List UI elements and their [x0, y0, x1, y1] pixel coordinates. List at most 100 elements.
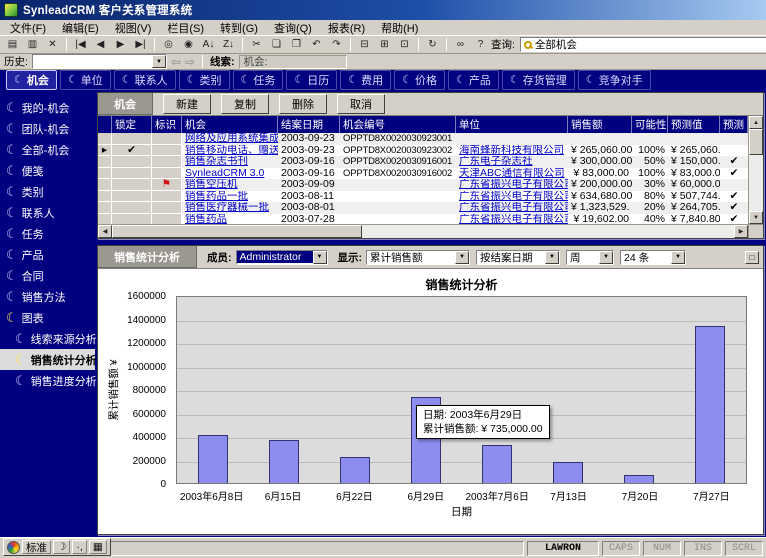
count-combobox[interactable]: 24 条 ▼ [620, 250, 686, 265]
redo-button[interactable]: ↷ [327, 37, 346, 53]
new-button[interactable]: 新建 [163, 94, 211, 114]
grid-row[interactable]: ⚑销售空压机2003-09-09广东省振兴电子有限公司¥ 200,000.003… [98, 179, 748, 191]
member-dropdown-button[interactable]: ▼ [313, 251, 327, 264]
tab-8[interactable]: ☾产品 [448, 70, 499, 90]
ime-softkeyboard-button[interactable]: ▦ [89, 540, 107, 554]
sidebar-item-3[interactable]: ☾便笺 [0, 160, 95, 181]
grid-row[interactable]: 网络及应用系统集成2003-09-23OPPTD8X0020030923001 [98, 133, 748, 145]
bar[interactable] [482, 445, 512, 483]
scroll-down-button[interactable]: ▼ [749, 211, 763, 224]
tab-4[interactable]: ☾任务 [233, 70, 284, 90]
cell-account[interactable]: 广东电子杂志社 [456, 156, 568, 168]
sort-desc-button[interactable]: Z↓ [219, 37, 238, 53]
next-record-button[interactable]: ▶ [111, 37, 130, 53]
sidebar-item-11[interactable]: ☾线索来源分析 [0, 328, 95, 349]
ime-punctuation-button[interactable]: ·, [72, 540, 86, 554]
sidebar-item-4[interactable]: ☾类别 [0, 181, 95, 202]
sort-asc-button[interactable]: A↓ [199, 37, 218, 53]
copy-button[interactable]: ❏ [267, 37, 286, 53]
help-pointer-button[interactable]: ? [471, 37, 490, 53]
history-combobox[interactable]: ▼ [32, 54, 167, 69]
ime-logo-icon[interactable] [7, 541, 20, 554]
bar[interactable] [695, 326, 725, 483]
tab-6[interactable]: ☾费用 [340, 70, 391, 90]
export-button[interactable]: ⊞ [375, 37, 394, 53]
first-record-button[interactable]: |◀ [71, 37, 90, 53]
cell-account[interactable]: 广东省振兴电子有限公司 [456, 202, 568, 214]
period-dropdown-button[interactable]: ▼ [599, 251, 613, 264]
cell-subject[interactable]: 销售移动电话、赠送 [182, 145, 278, 157]
menu-item-4[interactable]: 转到(G) [212, 20, 266, 36]
sidebar-item-5[interactable]: ☾联系人 [0, 202, 95, 223]
sidebar-item-8[interactable]: ☾合同 [0, 265, 95, 286]
menu-item-3[interactable]: 栏目(S) [159, 20, 212, 36]
sidebar-item-1[interactable]: ☾团队-机会 [0, 118, 95, 139]
history-dropdown-button[interactable]: ▼ [152, 55, 166, 68]
column-header-4[interactable]: 结案日期 [278, 116, 340, 133]
menu-item-6[interactable]: 报表(R) [320, 20, 373, 36]
groupby-dropdown-button[interactable]: ▼ [545, 251, 559, 264]
undo-button[interactable]: ↶ [307, 37, 326, 53]
vertical-scroll-thumb[interactable] [749, 129, 763, 155]
column-header-9[interactable]: 预测值 [668, 116, 720, 133]
sidebar-item-12[interactable]: ☾销售统计分析 [0, 349, 95, 370]
grid-row[interactable]: 销售药品一批2003-08-11广东省振兴电子有限公司¥ 634,680.008… [98, 191, 748, 203]
print-button[interactable]: ⊟ [355, 37, 374, 53]
tab-7[interactable]: ☾价格 [394, 70, 445, 90]
tab-2[interactable]: ☾联系人 [114, 70, 176, 90]
bar[interactable] [340, 457, 370, 483]
scroll-left-button[interactable]: ◀ [98, 225, 112, 238]
grid-row[interactable]: ▸✔销售移动电话、赠送2003-09-23OPPTD8X002003092300… [98, 145, 748, 157]
column-header-2[interactable]: 标识 [152, 116, 182, 133]
column-header-1[interactable]: 锁定 [112, 116, 152, 133]
sidebar-item-0[interactable]: ☾我的-机会 [0, 97, 95, 118]
menu-item-0[interactable]: 文件(F) [2, 20, 54, 36]
display-dropdown-button[interactable]: ▼ [455, 251, 469, 264]
sidebar-item-10[interactable]: ☾图表 [0, 307, 95, 328]
tab-0[interactable]: ☾机会 [6, 70, 57, 90]
scroll-right-button[interactable]: ▶ [734, 225, 748, 238]
history-forward-button[interactable]: ⇨ [185, 56, 195, 68]
menu-item-2[interactable]: 视图(V) [107, 20, 160, 36]
ime-mode-button[interactable]: 标准 [22, 540, 51, 554]
prev-record-button[interactable]: ◀ [91, 37, 110, 53]
tab-1[interactable]: ☾单位 [60, 70, 111, 90]
cell-subject[interactable]: 销售医疗器械一批 [182, 202, 278, 214]
cell-subject[interactable]: 销售空压机 [182, 179, 278, 191]
horizontal-scroll-thumb[interactable] [112, 225, 362, 238]
sidebar-item-9[interactable]: ☾销售方法 [0, 286, 95, 307]
cell-subject[interactable]: 销售药品一批 [182, 191, 278, 203]
tab-9[interactable]: ☾存货管理 [502, 70, 575, 90]
cell-account[interactable]: 海南蜂新科技有限公司 [456, 145, 568, 157]
bar[interactable] [269, 440, 299, 483]
count-dropdown-button[interactable]: ▼ [671, 251, 685, 264]
groupby-combobox[interactable]: 按结案日期 ▼ [476, 250, 560, 265]
find-button[interactable]: ∞ [451, 37, 470, 53]
column-header-0[interactable] [98, 116, 112, 133]
sidebar-item-2[interactable]: ☾全部-机会 [0, 139, 95, 160]
cut-button[interactable]: ✂ [247, 37, 266, 53]
display-combobox[interactable]: 累计销售额 ▼ [366, 250, 470, 265]
refresh-button[interactable]: ↻ [423, 37, 442, 53]
bar[interactable] [553, 462, 583, 483]
horizontal-scroll-track[interactable] [112, 225, 734, 238]
menu-item-5[interactable]: 查询(Q) [266, 20, 320, 36]
column-header-6[interactable]: 单位 [456, 116, 568, 133]
chart-maximize-button[interactable]: □ [745, 251, 759, 264]
column-header-7[interactable]: 销售额 [568, 116, 632, 133]
cell-account[interactable]: 广东省振兴电子有限公司 [456, 191, 568, 203]
copy-button[interactable]: 复制 [221, 94, 269, 114]
cell-subject[interactable]: 销售药品 [182, 214, 278, 225]
bar[interactable] [198, 435, 228, 483]
menu-item-7[interactable]: 帮助(H) [373, 20, 426, 36]
paste-button[interactable]: ❐ [287, 37, 306, 53]
grid-row[interactable]: 销售医疗器械一批2003-08-01广东省振兴电子有限公司¥ 1,323,529… [98, 202, 748, 214]
sidebar-item-13[interactable]: ☾销售进度分析 [0, 370, 95, 391]
print-preview-button[interactable]: ⊡ [395, 37, 414, 53]
cancel-button[interactable]: 取消 [337, 94, 385, 114]
grid-horizontal-scrollbar[interactable]: ◀ ▶ [98, 224, 763, 238]
delete-button[interactable]: 删除 [279, 94, 327, 114]
period-combobox[interactable]: 周 ▼ [566, 250, 614, 265]
sidebar-item-6[interactable]: ☾任务 [0, 223, 95, 244]
column-header-5[interactable]: 机会编号 [340, 116, 456, 133]
